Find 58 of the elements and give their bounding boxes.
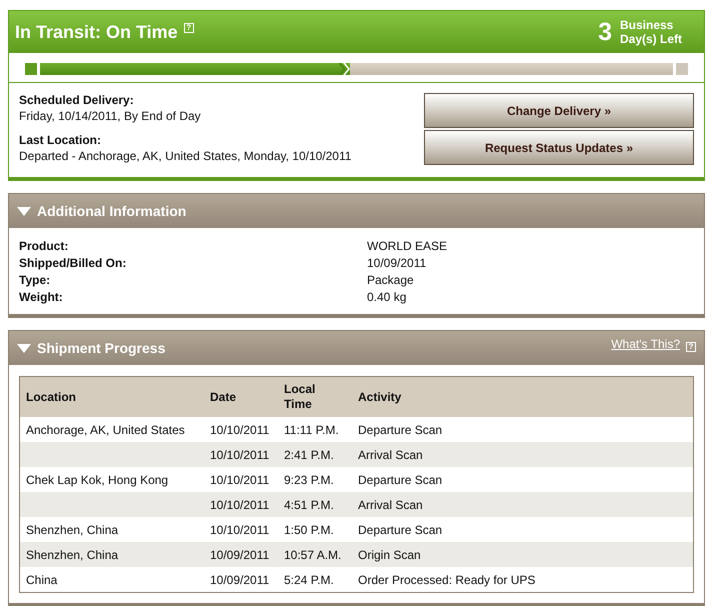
panel-title: Shipment Progress [37,340,166,356]
table-cell: Arrival Scan [358,448,423,462]
last-location-label: Last Location: [19,133,102,147]
info-value: WORLD EASE [367,238,448,255]
table-cell: 5:24 P.M. [284,572,334,586]
panel-title: Additional Information [37,203,186,219]
collapse-triangle-icon[interactable] [17,344,31,352]
info-value: Package [367,272,415,289]
column-header: Local Time [278,376,352,417]
column-header: Activity [352,376,694,417]
table-cell: Shenzhen, China [26,548,118,562]
whats-this-link[interactable]: What's This? [611,337,680,351]
last-location-value: Departed - Anchorage, AK, United States, Monday, 10/10/2011 [19,149,352,163]
help-icon[interactable]: ? [184,23,194,33]
table-cell: Shenzhen, China [26,522,118,536]
status-title: In Transit: On Time [15,22,178,42]
info-value: 10/09/2011 [367,255,428,272]
info-label: Product: [19,238,70,255]
info-label: Type: [19,272,52,289]
table-cell: 10:57 A.M. [284,548,342,562]
table-cell: 9:23 P.M. [284,472,334,486]
days-count: 3 [598,18,612,46]
panel-header[interactable]: Additional Information [9,194,704,228]
scheduled-delivery-value: Friday, 10/14/2011, By End of Day [19,109,202,123]
table-cell: 10/09/2011 [210,572,270,586]
table-cell: Anchorage, AK, United States [26,422,185,436]
table-cell: Chek Lap Kok, Hong Kong [26,472,168,486]
table-cell: Departure Scan [358,522,442,536]
table-cell: 11:11 P.M. [284,422,339,436]
scheduled-delivery-label: Scheduled Delivery: [19,93,135,107]
progress-start-segment [25,63,37,75]
info-value: 0.40 kg [367,289,408,306]
column-header: Date [204,376,278,417]
help-icon[interactable]: ? [686,342,696,352]
collapse-triangle-icon[interactable] [17,206,31,216]
days-label: Business Day(s) Left [620,18,684,46]
table-cell: Arrival Scan [358,498,423,512]
table-cell: 10/10/2011 [210,448,270,462]
action-button[interactable]: Request Status Updates » [424,130,694,165]
table-cell: Departure Scan [358,422,442,436]
table-cell: 4:51 P.M. [284,498,334,512]
table-cell: Origin Scan [358,548,421,562]
table-cell: 10/10/2011 [210,422,270,436]
panel-header[interactable]: Shipment Progress What's This? ? [9,331,704,365]
table-cell: 10/10/2011 [210,498,270,512]
action-button[interactable]: Change Delivery » [424,93,694,128]
table-cell: 10/10/2011 [210,522,270,536]
info-label: Weight: [19,289,64,306]
table-cell: 10/10/2011 [210,472,270,486]
table-cell: 2:41 P.M. [284,448,334,462]
table-cell: 1:50 P.M. [284,522,334,536]
table-cell: Departure Scan [358,472,442,486]
info-label: Shipped/Billed On: [19,255,128,272]
column-header: Location [20,376,204,417]
progress-end-segment [676,63,688,75]
table-cell: 10/09/2011 [210,548,270,562]
table-cell: Order Processed: Ready for UPS [358,572,536,586]
table-cell: China [26,572,58,586]
